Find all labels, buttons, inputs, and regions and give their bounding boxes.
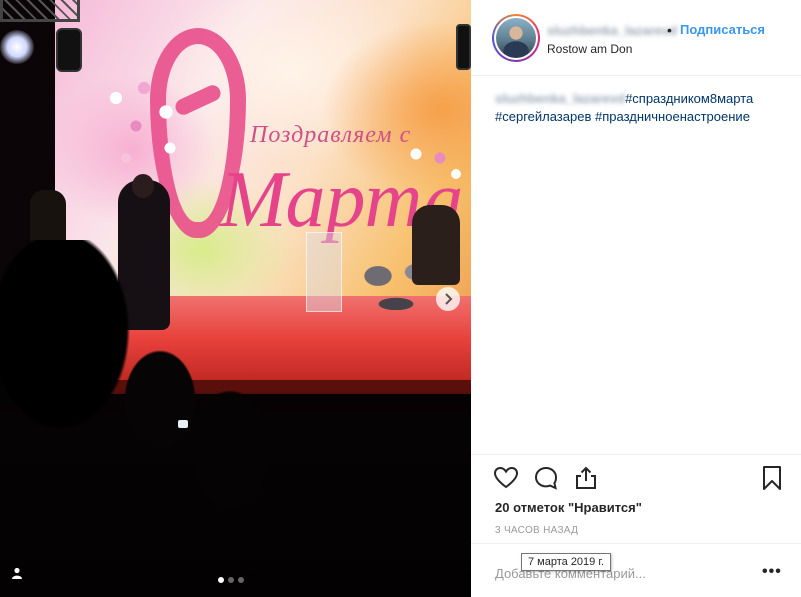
hashtag-link[interactable]: #спраздником8марта (625, 91, 753, 106)
carousel-dot (228, 577, 234, 583)
action-bar (471, 454, 801, 504)
carousel-dot-active (218, 577, 224, 583)
spotlight (0, 30, 34, 64)
more-options-button[interactable]: ••• (762, 563, 782, 581)
share-icon (576, 466, 596, 489)
hashtag-link[interactable]: #сергейлазарев (495, 109, 591, 124)
header-separator: • (667, 22, 672, 38)
carousel-indicator (218, 577, 244, 583)
caption-username[interactable]: sluzhbenka_lazarevd (495, 91, 625, 106)
comment-icon (534, 466, 558, 490)
bookmark-icon (763, 466, 781, 490)
comment-button[interactable] (533, 465, 561, 493)
hashtag-link[interactable]: #праздничноенастроение (595, 109, 750, 124)
avatar[interactable] (492, 14, 540, 62)
save-button[interactable] (759, 465, 787, 493)
header-username[interactable]: sluzhbenka_lazarevd (547, 23, 677, 38)
timestamp-tooltip: 7 марта 2019 г. (521, 553, 612, 571)
user-tag-icon (12, 567, 22, 579)
stage-lamp-left (56, 28, 82, 72)
chevron-right-icon (445, 293, 453, 305)
location-link[interactable]: Rostow am Don (547, 42, 632, 56)
share-button[interactable] (573, 465, 601, 493)
post-caption: sluzhbenka_lazarevd#спраздником8марта #с… (495, 90, 785, 126)
avatar-image (496, 18, 536, 58)
post-header: sluzhbenka_lazarevd • Подписаться Rostow… (471, 0, 801, 76)
phone-screen-light (178, 420, 188, 428)
post-timestamp[interactable]: 3 часов назад (495, 525, 578, 536)
heart-icon (493, 466, 519, 489)
post-side-panel: sluzhbenka_lazarevd • Подписаться Rostow… (471, 0, 801, 597)
post-photo[interactable]: Поздравляем с Марта (0, 0, 471, 597)
follow-button[interactable]: Подписаться (680, 22, 765, 37)
carousel-dot (238, 577, 244, 583)
likes-count[interactable]: 20 отметок "Нравится" (495, 500, 642, 515)
lighting-truss (0, 0, 80, 22)
like-button[interactable] (493, 465, 521, 493)
stage-lamp-right (456, 24, 471, 70)
audience-silhouettes (0, 240, 471, 597)
backdrop-flowers (96, 68, 196, 178)
tagged-users-button[interactable] (8, 564, 26, 582)
avatar-inner (494, 16, 538, 60)
backdrop-congrats-text: Поздравляем с (250, 122, 412, 148)
carousel-next-button[interactable] (436, 287, 460, 311)
